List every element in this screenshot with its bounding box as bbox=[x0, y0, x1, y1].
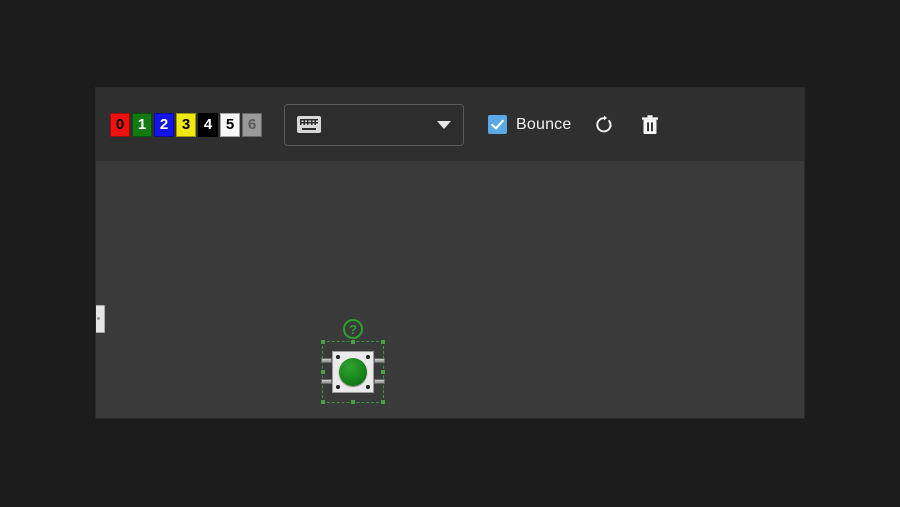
toolbar: 0 1 2 3 4 5 6 Bounce bbox=[96, 88, 804, 165]
trash-icon bbox=[642, 114, 659, 134]
bounce-checkbox-group[interactable]: Bounce bbox=[488, 115, 571, 134]
component-pin-right-2[interactable] bbox=[374, 379, 385, 384]
delete-button[interactable] bbox=[637, 112, 663, 138]
selection-handle-bottom-middle[interactable] bbox=[351, 400, 355, 404]
color-swatch-1[interactable]: 1 bbox=[132, 112, 152, 137]
keyboard-icon bbox=[297, 116, 321, 133]
color-palette: 0 1 2 3 4 5 6 bbox=[110, 112, 262, 137]
desktop-background: 0 1 2 3 4 5 6 Bounce ? bbox=[0, 0, 900, 507]
color-swatch-5[interactable]: 5 bbox=[220, 112, 240, 137]
pushbutton-screw-bottom-left bbox=[336, 385, 340, 389]
rotate-icon bbox=[596, 115, 613, 132]
left-panel-handle[interactable] bbox=[96, 305, 105, 333]
pushbutton-body[interactable] bbox=[332, 351, 374, 393]
component-pin-right-1[interactable] bbox=[374, 358, 385, 363]
pushbutton-dome[interactable] bbox=[339, 358, 367, 386]
color-swatch-0[interactable]: 0 bbox=[110, 112, 130, 137]
color-swatch-2[interactable]: 2 bbox=[154, 112, 174, 137]
keyboard-mode-dropdown[interactable] bbox=[284, 103, 464, 146]
selection-handle-top-right[interactable] bbox=[381, 340, 385, 344]
app-window: 0 1 2 3 4 5 6 Bounce ? bbox=[96, 88, 804, 418]
circuit-canvas[interactable]: ? bbox=[96, 161, 804, 418]
bounce-label: Bounce bbox=[516, 115, 572, 133]
color-swatch-3[interactable]: 3 bbox=[176, 112, 196, 137]
selection-handle-top-left[interactable] bbox=[321, 340, 325, 344]
color-swatch-6[interactable]: 6 bbox=[242, 112, 262, 137]
color-swatch-4[interactable]: 4 bbox=[198, 112, 218, 137]
component-pin-left-2[interactable] bbox=[321, 379, 332, 384]
selection-handle-left-middle[interactable] bbox=[321, 370, 325, 374]
help-badge[interactable]: ? bbox=[343, 319, 363, 339]
pushbutton-screw-bottom-right bbox=[366, 385, 370, 389]
pushbutton-component[interactable]: ? bbox=[321, 319, 385, 404]
selection-handle-right-middle[interactable] bbox=[381, 370, 385, 374]
selection-handle-bottom-left[interactable] bbox=[321, 400, 325, 404]
pushbutton-screw-top-right bbox=[366, 355, 370, 359]
component-pin-left-1[interactable] bbox=[321, 358, 332, 363]
chevron-down-icon bbox=[437, 120, 451, 129]
selection-handle-bottom-right[interactable] bbox=[381, 400, 385, 404]
rotate-button[interactable] bbox=[591, 112, 617, 138]
selection-handle-top-middle[interactable] bbox=[351, 340, 355, 344]
bounce-checkbox[interactable] bbox=[488, 115, 507, 134]
pushbutton-screw-top-left bbox=[336, 355, 340, 359]
